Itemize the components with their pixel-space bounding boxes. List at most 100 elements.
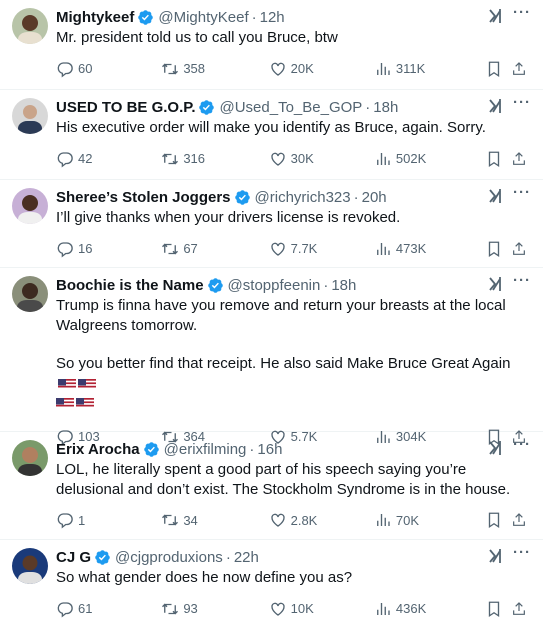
like-icon <box>270 513 285 527</box>
action-bar: 16 67 7.7K 473K <box>56 228 531 270</box>
timestamp[interactable]: 20h <box>362 189 387 206</box>
share-button[interactable] <box>511 150 531 168</box>
share-button[interactable] <box>511 60 531 78</box>
like-button[interactable]: 30K <box>269 150 374 168</box>
views-button[interactable]: 70K <box>374 511 485 529</box>
like-button[interactable]: 10K <box>269 600 374 618</box>
tweet-text: Trump is finna have you remove and retur… <box>56 296 531 413</box>
more-icon[interactable]: ··· <box>513 436 531 453</box>
like-button[interactable]: 2.8K <box>269 511 374 529</box>
views-button[interactable]: 311K <box>374 60 485 78</box>
tweet-text: So what gender does he now define you as… <box>56 568 531 588</box>
tweet-header: Mightykeef @MightyKeef · 12h <box>56 6 531 28</box>
views-icon <box>376 62 390 75</box>
bookmark-button[interactable] <box>485 240 511 258</box>
tweet-paragraph: So what gender does he now define you as… <box>56 569 353 586</box>
display-name[interactable]: USED TO BE G.O.P. <box>56 99 195 116</box>
more-icon[interactable]: ··· <box>513 544 531 561</box>
tweet[interactable]: Erix Arocha @erixfilming · 16h ··· LOL, … <box>0 432 543 540</box>
share-icon <box>513 151 525 165</box>
handle[interactable]: @erixfilming <box>164 441 247 458</box>
retweet-button[interactable]: 358 <box>161 60 268 78</box>
retweet-button[interactable]: 67 <box>161 240 268 258</box>
grok-icon[interactable] <box>487 276 503 292</box>
tweet-paragraph: Trump is finna have you remove and retur… <box>56 297 506 334</box>
display-name[interactable]: Sheree’s Stolen Joggers <box>56 189 231 206</box>
like-count: 20K <box>290 61 314 76</box>
tweet[interactable]: USED TO BE G.O.P. @Used_To_Be_GOP · 18h … <box>0 90 543 180</box>
reply-count: 60 <box>78 61 93 76</box>
avatar[interactable] <box>12 8 48 44</box>
more-icon[interactable]: ··· <box>513 94 531 111</box>
retweet-button[interactable]: 93 <box>161 600 268 618</box>
like-button[interactable]: 7.7K <box>269 240 374 258</box>
reply-count: 42 <box>78 151 93 166</box>
avatar[interactable] <box>12 548 48 584</box>
reply-icon <box>57 61 73 78</box>
reply-button[interactable]: 60 <box>56 60 161 78</box>
share-button[interactable] <box>511 240 531 258</box>
avatar[interactable] <box>12 98 48 134</box>
views-count: 311K <box>395 61 426 76</box>
more-icon[interactable]: ··· <box>513 272 531 289</box>
handle[interactable]: @Used_To_Be_GOP <box>219 99 362 116</box>
more-icon[interactable]: ··· <box>513 4 531 21</box>
like-count: 7.7K <box>290 241 318 256</box>
handle[interactable]: @richyrich323 <box>255 189 351 206</box>
tweet-paragraph: So you better find that receipt. He also… <box>56 354 525 413</box>
bookmark-button[interactable] <box>485 60 511 78</box>
reply-button[interactable]: 61 <box>56 600 161 618</box>
retweet-count: 93 <box>183 601 198 616</box>
bookmark-button[interactable] <box>485 511 511 529</box>
reply-button[interactable]: 16 <box>56 240 161 258</box>
retweet-button[interactable]: 316 <box>161 150 268 168</box>
more-icon[interactable]: ··· <box>513 184 531 201</box>
bookmark-icon <box>489 601 500 617</box>
reply-button[interactable]: 1 <box>56 511 161 529</box>
reply-icon <box>57 151 73 168</box>
avatar[interactable] <box>12 440 48 476</box>
handle[interactable]: @stoppfeenin <box>228 277 321 294</box>
timestamp[interactable]: 12h <box>260 9 285 26</box>
bookmark-icon <box>489 61 500 77</box>
separator: · <box>225 548 231 566</box>
grok-icon[interactable] <box>487 548 503 564</box>
reply-count: 61 <box>78 601 93 616</box>
display-name[interactable]: Boochie is the Name <box>56 277 204 294</box>
display-name[interactable]: CJ G <box>56 549 91 566</box>
timestamp[interactable]: 22h <box>234 549 259 566</box>
tweet[interactable]: CJ G @cjgproduxions · 22h ··· So what ge… <box>0 540 543 628</box>
display-name[interactable]: Erix Arocha <box>56 441 140 458</box>
reply-button[interactable]: 42 <box>56 150 161 168</box>
views-button[interactable]: 473K <box>374 240 485 258</box>
grok-icon[interactable] <box>487 440 503 456</box>
reply-icon <box>57 601 73 618</box>
avatar[interactable] <box>12 188 48 224</box>
share-button[interactable] <box>511 600 531 618</box>
grok-icon[interactable] <box>487 98 503 114</box>
views-button[interactable]: 436K <box>374 600 485 618</box>
tweet[interactable]: Mightykeef @MightyKeef · 12h ··· Mr. pre… <box>0 0 543 90</box>
retweet-button[interactable]: 34 <box>161 511 268 529</box>
views-button[interactable]: 502K <box>374 150 485 168</box>
bookmark-icon <box>489 241 500 257</box>
timestamp[interactable]: 18h <box>373 99 398 116</box>
tweet[interactable]: Sheree’s Stolen Joggers @richyrich323 · … <box>0 180 543 268</box>
bookmark-button[interactable] <box>485 600 511 618</box>
grok-icon[interactable] <box>487 188 503 204</box>
tweet-text: LOL, he literally spent a good part of h… <box>56 460 531 499</box>
timestamp[interactable]: 16h <box>257 441 282 458</box>
views-icon <box>376 602 390 615</box>
display-name[interactable]: Mightykeef <box>56 9 134 26</box>
handle[interactable]: @MightyKeef <box>158 9 248 26</box>
like-button[interactable]: 20K <box>269 60 374 78</box>
handle[interactable]: @cjgproduxions <box>115 549 223 566</box>
tweet[interactable]: Boochie is the Name @stoppfeenin · 18h ·… <box>0 268 543 446</box>
avatar[interactable] <box>12 276 48 312</box>
verified-badge-icon <box>138 9 154 25</box>
timestamp[interactable]: 18h <box>331 277 356 294</box>
share-button[interactable] <box>511 511 531 529</box>
bookmark-button[interactable] <box>485 150 511 168</box>
grok-icon[interactable] <box>487 8 503 24</box>
views-icon <box>376 242 390 255</box>
